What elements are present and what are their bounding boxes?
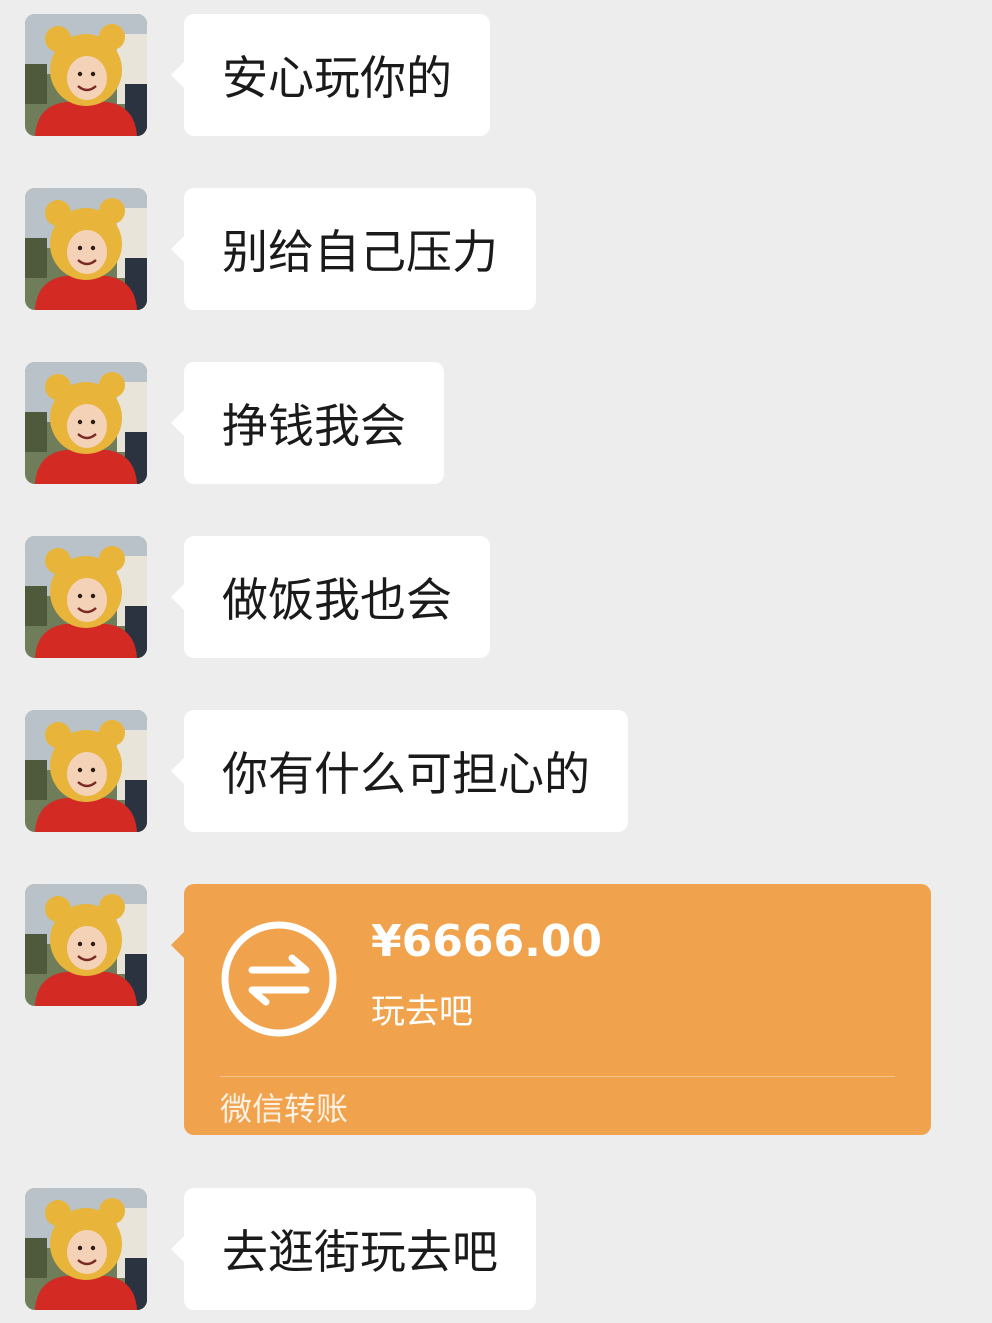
avatar-image: [25, 884, 147, 1006]
chat-thread: 安心玩你的 别给自己压力 挣钱我会 做饭我也会 你有什么可担心的 ¥6666.0…: [0, 0, 992, 1323]
message-text: 别给自己压力: [222, 225, 498, 279]
message-text: 你有什么可担心的: [222, 747, 590, 801]
avatar-image: [25, 536, 147, 658]
transfer-note: 玩去吧: [371, 992, 473, 1032]
message-text: 挣钱我会: [222, 399, 406, 453]
message-bubble-5[interactable]: 你有什么可担心的: [171, 710, 628, 832]
message-text: 去逛街玩去吧: [222, 1225, 498, 1279]
avatar-image: [25, 14, 147, 136]
message-bubble-1[interactable]: 安心玩你的: [171, 14, 490, 136]
avatar[interactable]: [25, 884, 147, 1006]
transfer-arrows-icon: [221, 921, 337, 1037]
avatar-image: [25, 1188, 147, 1310]
message-bubble-2[interactable]: 别给自己压力: [171, 188, 536, 310]
avatar[interactable]: [25, 1188, 147, 1310]
message-text: 做饭我也会: [222, 573, 452, 627]
message-bubble-4[interactable]: 做饭我也会: [171, 536, 490, 658]
transfer-card[interactable]: ¥6666.00 玩去吧 微信转账: [171, 884, 931, 1135]
avatar[interactable]: [25, 14, 147, 136]
message-bubble-6[interactable]: 去逛街玩去吧: [171, 1188, 536, 1310]
message-text: 安心玩你的: [222, 51, 452, 105]
avatar[interactable]: [25, 362, 147, 484]
message-bubble-3[interactable]: 挣钱我会: [171, 362, 444, 484]
avatar[interactable]: [25, 536, 147, 658]
avatar[interactable]: [25, 710, 147, 832]
avatar[interactable]: [25, 188, 147, 310]
avatar-image: [25, 362, 147, 484]
avatar-image: [25, 710, 147, 832]
transfer-amount: ¥6666.00: [371, 916, 603, 967]
avatar-image: [25, 188, 147, 310]
divider: [220, 1076, 895, 1077]
transfer-label: 微信转账: [220, 1090, 349, 1128]
